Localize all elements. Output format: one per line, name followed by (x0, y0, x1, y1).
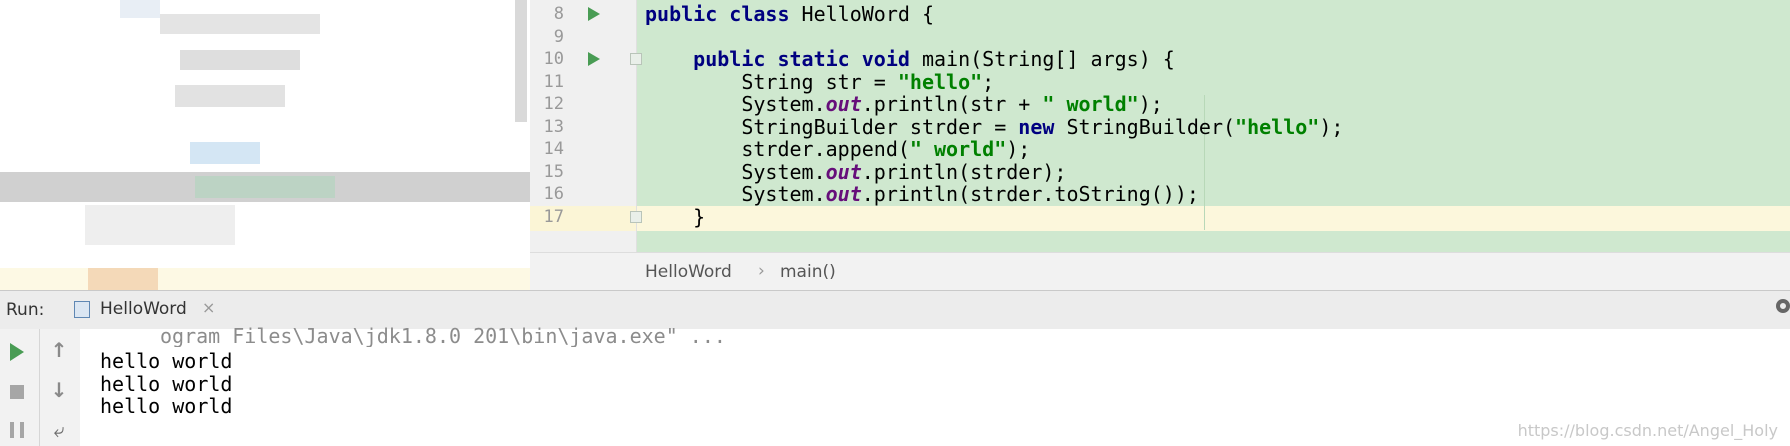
line-number: 13 (543, 116, 564, 137)
run-gutter-icon[interactable] (588, 7, 600, 21)
project-panel (0, 0, 530, 290)
line-number: 8 (553, 4, 564, 24)
java-class-icon (74, 301, 90, 318)
project-scrollbar[interactable] (515, 0, 527, 122)
code-line: StringBuilder strder = new StringBuilder… (645, 114, 1344, 139)
code-line: System.out.println(strder); (645, 159, 1067, 184)
line-number: 9 (553, 26, 564, 47)
breadcrumb-separator: › (758, 261, 765, 281)
line-number: 15 (543, 161, 564, 182)
obscured-block (190, 142, 260, 164)
line-number: 10 (543, 49, 564, 69)
play-icon (10, 343, 24, 361)
watermark: https://blog.csdn.net/Angel_Holy (1517, 421, 1778, 440)
line-number: 17 (543, 206, 564, 227)
obscured-block (175, 85, 285, 107)
console-output-line: hello world (100, 349, 233, 373)
pause-icon (10, 422, 24, 438)
fold-marker-icon[interactable] (630, 210, 642, 223)
code-editor[interactable]: 8 public class HelloWord { 9 10 public stat… (530, 0, 1790, 252)
arrow-up-icon: ↑ (50, 338, 68, 362)
line-number: 11 (543, 71, 564, 92)
console-output[interactable]: ogram Files\Java\jdk1.8.0_201\bin\java.e… (80, 325, 1790, 446)
obscured-block (195, 176, 335, 198)
rerun-button[interactable] (4, 339, 30, 365)
line-number: 16 (543, 184, 564, 204)
console-output-line: hello world (100, 371, 233, 396)
stop-icon (10, 385, 24, 399)
code-line: } (645, 204, 706, 229)
current-line-highlight (530, 206, 1790, 231)
gear-icon[interactable] (1776, 299, 1790, 313)
soft-wrap-icon: ⤶ (53, 418, 65, 442)
obscured-block (180, 50, 300, 70)
toolbar-separator (39, 329, 40, 446)
code-line: String str = "hello"; (645, 69, 995, 94)
obscured-block (120, 0, 160, 18)
run-toolbar: ↑ ↓ ⤶ (0, 329, 80, 446)
scroll-down-button[interactable]: ↓ (46, 377, 72, 403)
code-line: public class HelloWord { (645, 2, 934, 26)
breadcrumb-class[interactable]: HelloWord (645, 262, 732, 282)
line-number: 14 (543, 139, 564, 159)
pause-button[interactable] (4, 417, 30, 443)
arrow-down-icon: ↓ (50, 378, 68, 402)
line-number: 12 (543, 94, 564, 114)
run-tab-label: HelloWord (100, 299, 187, 319)
project-selected-row (0, 268, 530, 290)
soft-wrap-button[interactable]: ⤶ (46, 417, 72, 443)
code-line: System.out.println(str + " world"); (645, 92, 1163, 116)
close-icon[interactable]: × (202, 298, 215, 317)
fold-marker-icon[interactable] (630, 53, 642, 65)
breadcrumb: HelloWord › main() (530, 252, 1790, 291)
obscured-block (160, 14, 320, 34)
console-output-line: hello world (100, 394, 233, 418)
run-label: Run: (6, 300, 45, 320)
code-line: strder.append(" world"); (645, 137, 1031, 161)
console-command: ogram Files\Java\jdk1.8.0_201\bin\java.e… (160, 325, 726, 347)
stop-button[interactable] (4, 379, 30, 405)
obscured-block (88, 268, 158, 290)
run-panel-header: Run: HelloWord × (0, 290, 1790, 330)
breadcrumb-method[interactable]: main() (780, 262, 836, 282)
run-gutter-icon[interactable] (588, 52, 600, 66)
code-line: public static void main(String[] args) { (693, 47, 1175, 71)
scroll-up-button[interactable]: ↑ (46, 337, 72, 363)
obscured-block (85, 205, 235, 245)
code-line: System.out.println(strder.toString()); (645, 182, 1199, 206)
